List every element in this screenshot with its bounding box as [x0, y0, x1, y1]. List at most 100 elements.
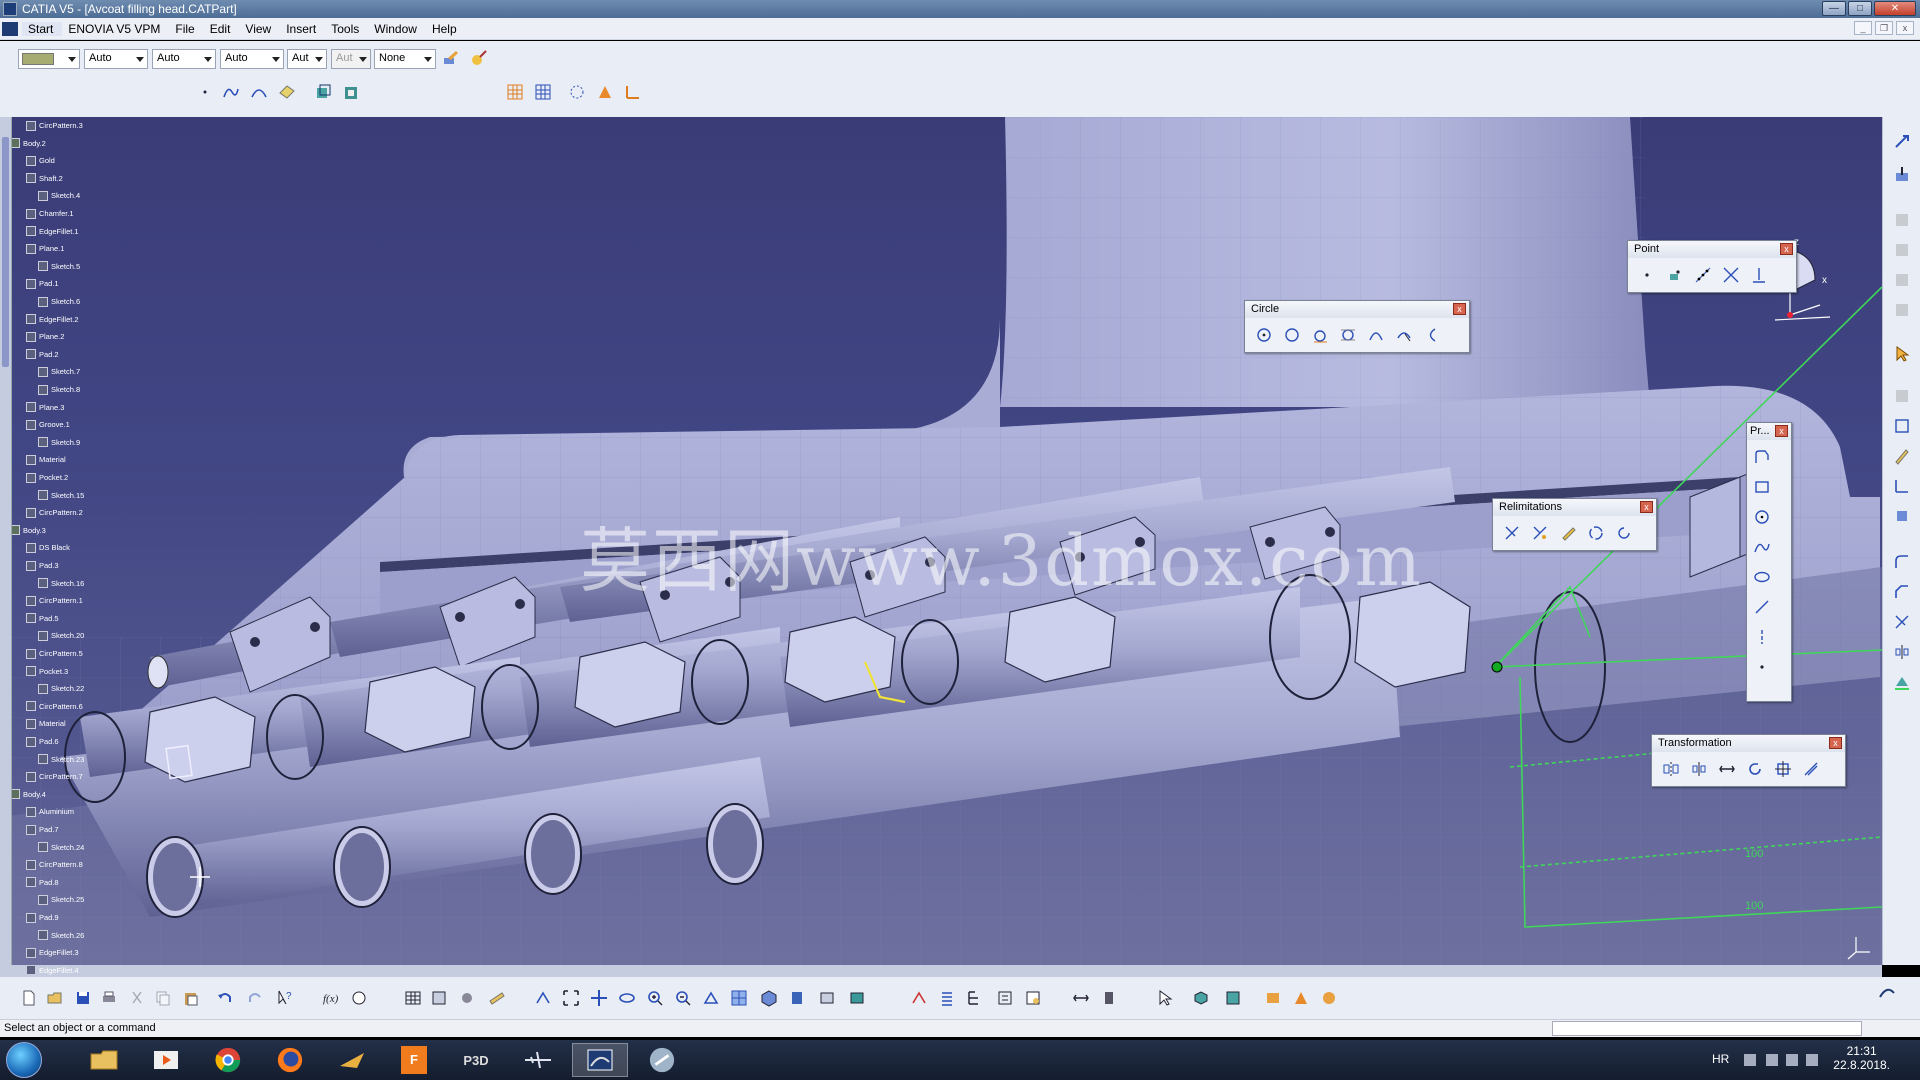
transformation-toolbar[interactable]: Transformation x: [1651, 734, 1846, 787]
close-arc-icon[interactable]: [1585, 522, 1607, 544]
undo-icon[interactable]: [214, 987, 236, 1009]
menu-window[interactable]: Window: [368, 22, 426, 36]
painter-icon[interactable]: [440, 47, 462, 69]
scale-icon[interactable]: [1772, 758, 1794, 780]
tree-node-body-4[interactable]: Body.4: [10, 786, 46, 803]
pad-icon[interactable]: [312, 81, 334, 103]
tree-node-material[interactable]: Material: [26, 451, 66, 468]
manipulate-icon[interactable]: [456, 987, 478, 1009]
tree-node-sketch-20[interactable]: Sketch.20: [38, 627, 84, 644]
constraint-icon[interactable]: [1891, 415, 1913, 437]
project-3d-icon[interactable]: [1891, 671, 1913, 693]
line-type-combo[interactable]: Auto: [84, 49, 148, 69]
network-icon[interactable]: [1786, 1054, 1798, 1066]
tritangent-circle-icon[interactable]: [1337, 324, 1359, 346]
tray-expand-icon[interactable]: [1744, 1054, 1756, 1066]
hierarchy-icon[interactable]: [964, 987, 986, 1009]
tools-palette-icon[interactable]: [1070, 987, 1092, 1009]
tree-node-sketch-22[interactable]: Sketch.22: [38, 680, 84, 697]
cut-icon[interactable]: [126, 987, 148, 1009]
tree-node-body-2[interactable]: Body.2: [10, 135, 46, 152]
chrome-icon[interactable]: [200, 1043, 256, 1077]
tree-node-sketch-6[interactable]: Sketch.6: [38, 293, 80, 310]
file-explorer-icon[interactable]: [76, 1043, 132, 1077]
offset-icon[interactable]: [1800, 758, 1822, 780]
tree-node-sketch-8[interactable]: Sketch.8: [38, 381, 80, 398]
line-icon[interactable]: [1751, 596, 1773, 618]
constraint-sketch-icon[interactable]: [1290, 987, 1312, 1009]
three-point-arc-icon[interactable]: [1365, 324, 1387, 346]
clock[interactable]: 21:31 22.8.2018.: [1833, 1044, 1890, 1072]
table-icon[interactable]: [402, 987, 424, 1009]
complement-icon[interactable]: [1613, 522, 1635, 544]
spline-icon[interactable]: [220, 81, 242, 103]
tree-node-aluminium[interactable]: Aluminium: [26, 803, 74, 820]
workbench-switch-icon[interactable]: [1222, 987, 1244, 1009]
multi-view-icon[interactable]: [728, 987, 750, 1009]
tree-node-sketch-15[interactable]: Sketch.15: [38, 487, 84, 504]
list-icon[interactable]: [936, 987, 958, 1009]
language-indicator[interactable]: HR: [1712, 1052, 1729, 1066]
menu-help[interactable]: Help: [426, 22, 466, 36]
close-icon[interactable]: x: [1640, 501, 1653, 513]
swap-space-icon[interactable]: [846, 987, 868, 1009]
tree-node-edgefillet-1[interactable]: EdgeFillet.1: [26, 223, 79, 240]
hide-show-icon[interactable]: [816, 987, 838, 1009]
tree-node-pad-2[interactable]: Pad.2: [26, 346, 59, 363]
tree-node-pad-7[interactable]: Pad.7: [26, 821, 59, 838]
close-icon[interactable]: x: [1775, 425, 1788, 437]
firefox-icon[interactable]: [262, 1043, 318, 1077]
tree-node-pad-9[interactable]: Pad.9: [26, 909, 59, 926]
arc-icon[interactable]: [248, 81, 270, 103]
close-icon[interactable]: x: [1829, 737, 1842, 749]
trim-icon[interactable]: [1891, 611, 1913, 633]
symmetry-icon[interactable]: [1688, 758, 1710, 780]
maximize-button[interactable]: □: [1848, 1, 1872, 16]
tree-node-ds-black[interactable]: DS Black: [26, 539, 70, 556]
open-icon[interactable]: [44, 987, 66, 1009]
tree-node-sketch-24[interactable]: Sketch.24: [38, 839, 84, 856]
analysis-icon[interactable]: [1022, 987, 1044, 1009]
tree-node-sketch-16[interactable]: Sketch.16: [38, 575, 84, 592]
dimensional-constraints-icon[interactable]: [622, 81, 644, 103]
menu-edit[interactable]: Edit: [204, 22, 240, 36]
tree-node-pad-6[interactable]: Pad.6: [26, 733, 59, 750]
paste-icon[interactable]: [180, 987, 202, 1009]
tree-node-circpattern-2[interactable]: CircPattern.2: [26, 504, 83, 521]
menu-view[interactable]: View: [239, 22, 280, 36]
corner-icon[interactable]: [1891, 551, 1913, 573]
tree-scrollbar[interactable]: [0, 117, 12, 965]
tree-node-groove-1[interactable]: Groove.1: [26, 416, 70, 433]
close-button[interactable]: ✕: [1874, 1, 1916, 16]
volume-icon[interactable]: [1806, 1054, 1818, 1066]
pan-icon[interactable]: [588, 987, 610, 1009]
tree-node-sketch-7[interactable]: Sketch.7: [38, 363, 80, 380]
construction-icon[interactable]: [566, 81, 588, 103]
profile-icon[interactable]: [1751, 446, 1773, 468]
doc-close-button[interactable]: x: [1896, 21, 1914, 35]
circle-toolbar[interactable]: Circle x: [1244, 300, 1470, 353]
tree-node-sketch-26[interactable]: Sketch.26: [38, 927, 84, 944]
spline-icon[interactable]: [1751, 536, 1773, 558]
flag-icon[interactable]: [1766, 1054, 1778, 1066]
media-player-icon[interactable]: [138, 1043, 194, 1077]
command-input[interactable]: [1552, 1021, 1862, 1036]
menu-enovia-v5-vpm[interactable]: ENOVIA V5 VPM: [62, 22, 169, 36]
tree-node-edgefillet-2[interactable]: EdgeFillet.2: [26, 311, 79, 328]
dimension-icon[interactable]: [1891, 475, 1913, 497]
mirror-icon[interactable]: [1660, 758, 1682, 780]
shading-icon[interactable]: [786, 987, 808, 1009]
circle-icon[interactable]: [1253, 324, 1275, 346]
fix-icon[interactable]: [1891, 505, 1913, 527]
tree-node-sketch-25[interactable]: Sketch.25: [38, 891, 84, 908]
tree-node-pocket-2[interactable]: Pocket.2: [26, 469, 68, 486]
pocket-icon[interactable]: [340, 81, 362, 103]
corner-icon[interactable]: [1501, 522, 1523, 544]
p3d-icon[interactable]: P3D: [448, 1043, 504, 1077]
tree-node-body-3[interactable]: Body.3: [10, 522, 46, 539]
3d-compass-icon[interactable]: [1098, 987, 1120, 1009]
graphic-properties-icon[interactable]: [468, 47, 490, 69]
point-icon[interactable]: [194, 81, 216, 103]
close-icon[interactable]: x: [1453, 303, 1466, 315]
zoom-out-icon[interactable]: [672, 987, 694, 1009]
